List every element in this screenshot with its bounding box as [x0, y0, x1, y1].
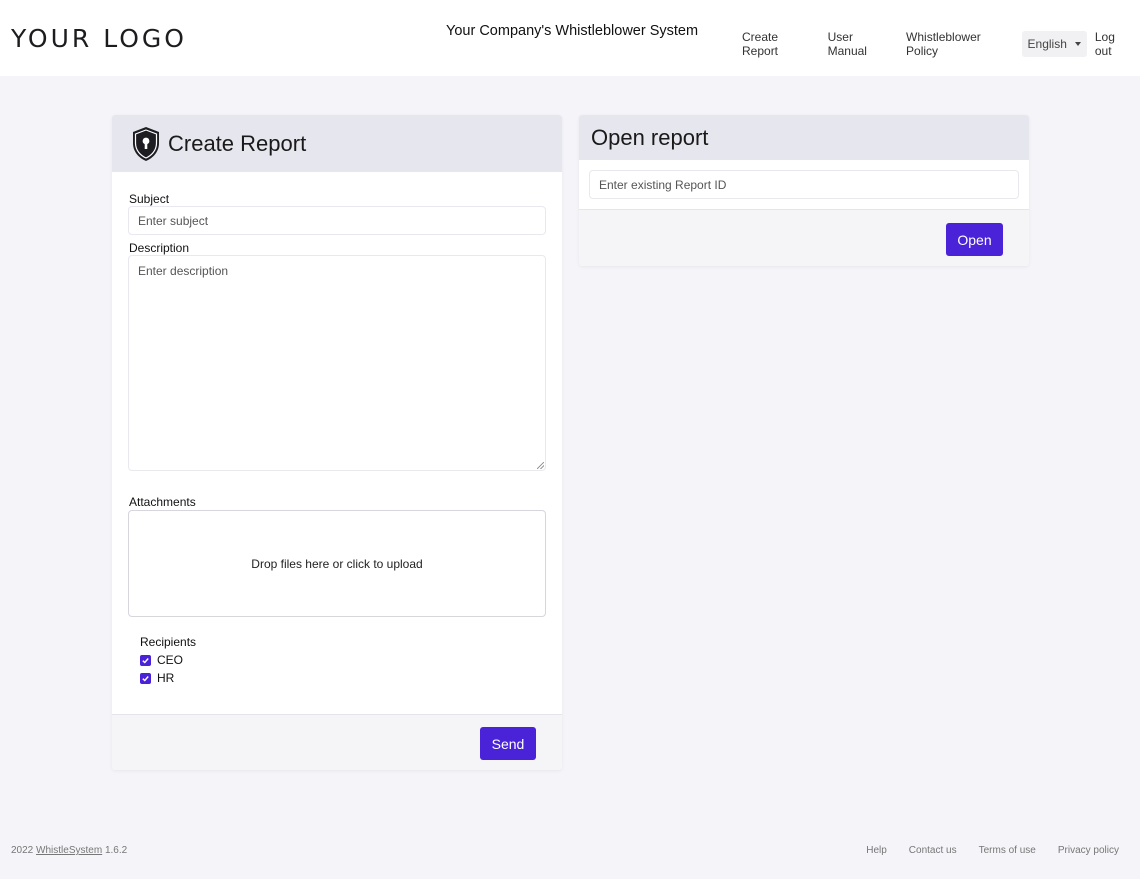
check-icon	[142, 657, 149, 664]
footer-links: Help Contact us Terms of use Privacy pol…	[866, 845, 1119, 856]
description-textarea[interactable]	[128, 255, 546, 471]
main-nav: Create Report User Manual Whistleblower …	[736, 24, 1140, 64]
footer-copyright: 2022 WhistleSystem 1.6.2	[11, 845, 127, 856]
nav-whistleblower-policy[interactable]: Whistleblower Policy	[900, 24, 1019, 64]
recipient-label: CEO	[157, 653, 184, 667]
footer-help-link[interactable]: Help	[866, 845, 887, 856]
report-id-input[interactable]	[589, 170, 1019, 199]
recipients-label: Recipients	[140, 635, 197, 649]
file-dropzone[interactable]: Drop files here or click to upload	[128, 510, 546, 617]
caret-down-icon	[1074, 42, 1081, 46]
footer-brand-link[interactable]: WhistleSystem	[36, 845, 102, 856]
send-button[interactable]: Send	[480, 727, 536, 760]
language-label: English	[1027, 37, 1067, 51]
footer-terms-link[interactable]: Terms of use	[979, 845, 1036, 856]
nav-create-report[interactable]: Create Report	[736, 24, 822, 64]
recipient-label: HR	[157, 671, 175, 685]
open-report-footer: Open	[579, 209, 1029, 266]
footer-version: 1.6.2	[104, 845, 128, 856]
logout-link[interactable]: Log out	[1089, 24, 1140, 64]
recipient-hr[interactable]: HR	[140, 671, 174, 685]
language-dropdown[interactable]: English	[1021, 31, 1087, 57]
open-report-card: Open report Open	[579, 115, 1029, 266]
shield-lock-icon	[133, 126, 159, 161]
footer-year: 2022	[11, 845, 34, 856]
open-button[interactable]: Open	[946, 223, 1003, 256]
subject-label: Subject	[129, 192, 170, 206]
company-logo[interactable]: YOUR LOGO	[11, 24, 187, 53]
create-report-header: Create Report	[112, 115, 562, 172]
description-label: Description	[129, 241, 190, 255]
create-report-title: Create Report	[168, 130, 307, 156]
create-report-footer: Send	[112, 714, 562, 770]
dropzone-text: Drop files here or click to upload	[251, 556, 423, 571]
footer-contact-link[interactable]: Contact us	[909, 845, 957, 856]
recipient-ceo[interactable]: CEO	[140, 653, 183, 667]
checkbox-hr[interactable]	[140, 672, 151, 684]
subject-input[interactable]	[128, 206, 546, 235]
create-report-card: Create Report Subject Description Attach…	[112, 115, 562, 770]
system-title: Your Company's Whistleblower System	[446, 23, 699, 39]
attachments-label: Attachments	[129, 495, 196, 509]
top-navbar: YOUR LOGO Your Company's Whistleblower S…	[0, 0, 1140, 76]
footer-privacy-link[interactable]: Privacy policy	[1058, 845, 1119, 856]
check-icon	[142, 675, 149, 682]
nav-user-manual[interactable]: User Manual	[822, 24, 900, 64]
resize-handle-icon[interactable]	[537, 462, 544, 469]
checkbox-ceo[interactable]	[140, 654, 151, 666]
open-report-title: Open report	[591, 124, 709, 150]
open-report-header: Open report	[579, 115, 1029, 160]
